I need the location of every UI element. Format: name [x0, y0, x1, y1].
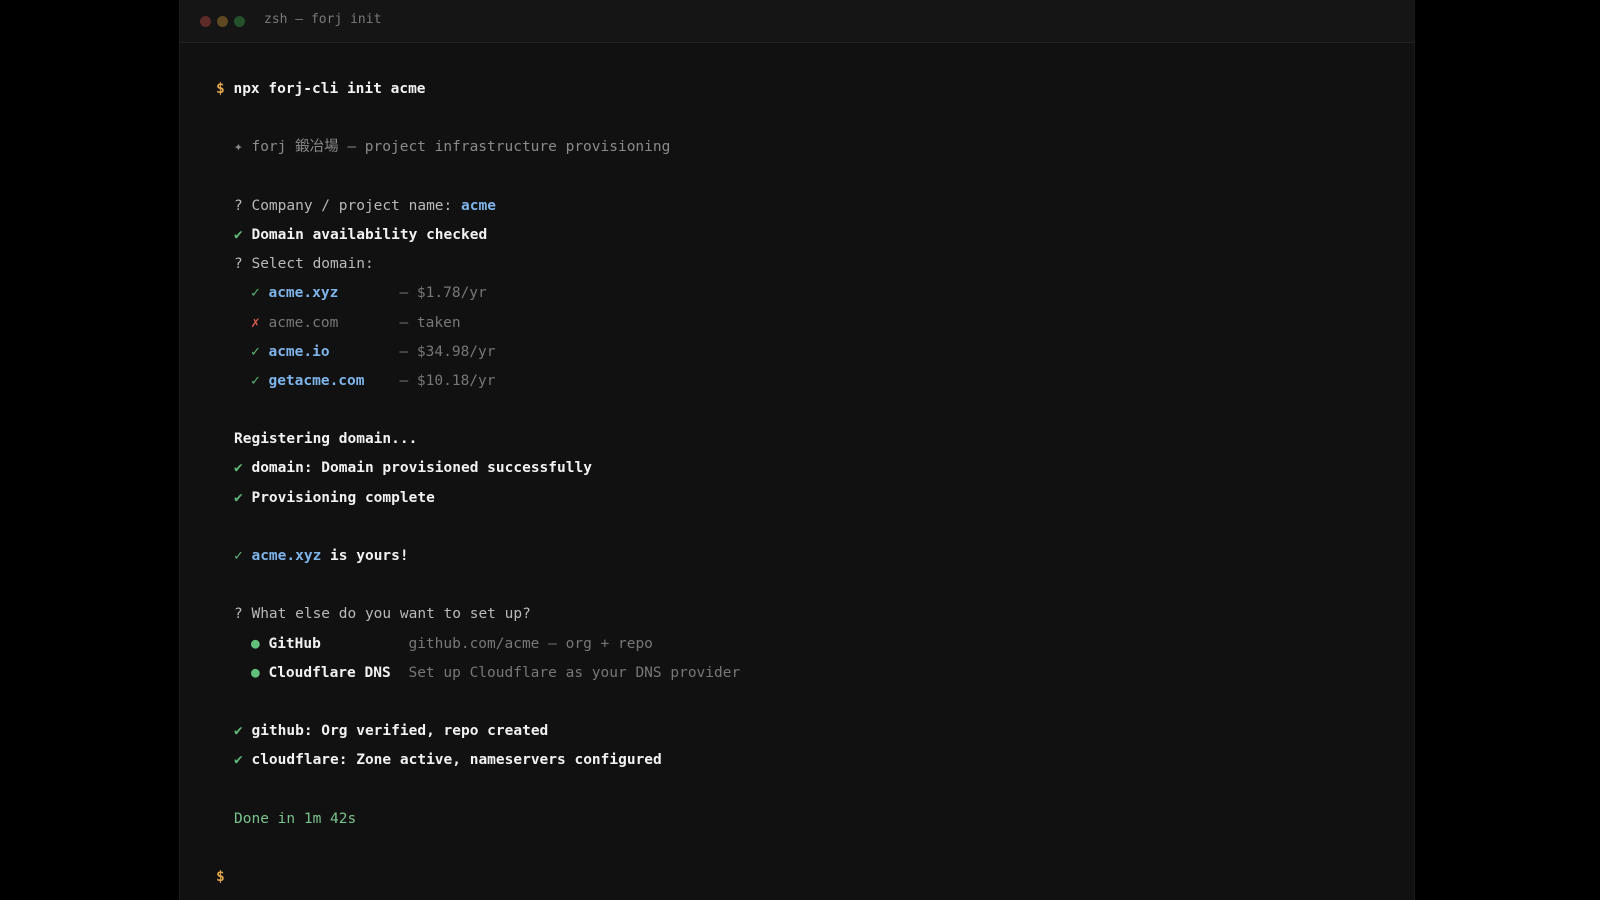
domain-option-acme-com[interactable]: ✗ acme.com — taken: [180, 309, 1414, 338]
check-icon: ✓: [251, 372, 260, 389]
window-title: zsh — forj init: [264, 12, 382, 27]
domain-check-text: Domain availability checked: [251, 226, 488, 243]
check-icon: ✔: [234, 460, 243, 477]
domain-name: acme.xyz: [268, 285, 339, 302]
registration-step-text: Provisioning complete: [251, 489, 435, 506]
question-mark-icon: ?: [234, 606, 243, 623]
banner-text: forj 鍛冶場 — project infrastructure provis…: [251, 139, 671, 156]
terminal-window: zsh — forj init $ npx forj-cli init acme…: [179, 0, 1415, 900]
command-line: $ npx forj-cli init acme: [180, 75, 1414, 104]
select-domain-question: ? Select domain:: [180, 250, 1414, 279]
owned-domain: acme.xyz: [251, 548, 322, 564]
setup-question: ? What else do you want to set up?: [180, 600, 1414, 629]
check-icon: ✓: [234, 548, 243, 564]
domain-name: getacme.com: [268, 372, 365, 389]
check-icon: ✔: [234, 752, 243, 769]
service-description: github.com/acme — org + repo: [408, 635, 653, 652]
domain-option-getacme-com[interactable]: ✓ getacme.com — $10.18/yr: [180, 367, 1414, 396]
radio-selected-icon: ●: [251, 635, 260, 652]
domain-detail: — $1.78/yr: [399, 285, 487, 302]
service-result: ✔ github: Org verified, repo created: [180, 717, 1414, 746]
done-message: Done in 1m 42s: [234, 810, 357, 827]
registering-line: Registering domain...: [234, 431, 418, 448]
select-domain-label: Select domain:: [251, 256, 374, 273]
setup-question-label: What else do you want to set up?: [251, 606, 531, 623]
domain-name: acme.com: [268, 314, 339, 331]
service-name: Cloudflare DNS: [268, 664, 391, 681]
project-name-answer: acme: [461, 197, 496, 214]
registration-step-text: domain: Domain provisioned successfully: [251, 460, 592, 477]
final-prompt-line[interactable]: $: [180, 863, 1414, 892]
domain-option-acme-xyz[interactable]: ✓ acme.xyz — $1.78/yr: [180, 279, 1414, 308]
prompt-symbol: $: [216, 869, 225, 886]
sparkle-icon: ✦: [234, 139, 243, 156]
service-option-github[interactable]: ● GitHub github.com/acme — org + repo: [180, 630, 1414, 659]
service-name: GitHub: [268, 635, 321, 652]
check-icon: ✔: [234, 489, 243, 506]
project-name-question: ? Company / project name: acme: [180, 192, 1414, 221]
registration-step: ✔ domain: Domain provisioned successfull…: [180, 454, 1414, 483]
domain-detail: — taken: [399, 314, 461, 331]
service-result: ✔ cloudflare: Zone active, nameservers c…: [180, 746, 1414, 775]
close-window-button[interactable]: [200, 16, 211, 27]
registration-step: ✔ Provisioning complete: [180, 484, 1414, 513]
owned-domain-suffix: is yours!: [321, 548, 409, 564]
service-result-text: github: Org verified, repo created: [251, 723, 549, 740]
title-bar: zsh — forj init: [180, 0, 1414, 43]
cross-icon: ✗: [251, 314, 260, 331]
question-mark-icon: ?: [234, 256, 243, 273]
terminal-output[interactable]: $ npx forj-cli init acme ✦ forj 鍛冶場 — pr…: [180, 75, 1414, 892]
check-icon: ✔: [234, 723, 243, 740]
check-icon: ✔: [234, 226, 243, 243]
banner-line: ✦ forj 鍛冶場 — project infrastructure prov…: [180, 133, 1414, 162]
prompt-symbol: $: [216, 81, 225, 97]
radio-selected-icon: ●: [251, 664, 260, 681]
command-text: npx forj-cli init acme: [233, 81, 426, 97]
service-option-cloudflare[interactable]: ● Cloudflare DNS Set up Cloudflare as you…: [180, 659, 1414, 688]
check-icon: ✓: [251, 285, 260, 302]
maximize-window-button[interactable]: [234, 16, 245, 27]
minimize-window-button[interactable]: [217, 16, 228, 27]
domain-name: acme.io: [268, 343, 330, 360]
domain-detail: — $10.18/yr: [399, 372, 496, 389]
service-description: Set up Cloudflare as your DNS provider: [408, 664, 741, 681]
project-name-label: Company / project name:: [251, 197, 453, 214]
owned-domain-line: ✓ acme.xyz is yours!: [180, 542, 1414, 571]
question-mark-icon: ?: [234, 197, 243, 214]
service-result-text: cloudflare: Zone active, nameservers con…: [251, 752, 662, 769]
domain-detail: — $34.98/yr: [399, 343, 496, 360]
domain-option-acme-io[interactable]: ✓ acme.io — $34.98/yr: [180, 338, 1414, 367]
check-icon: ✓: [251, 343, 260, 360]
domain-check-line: ✔ Domain availability checked: [180, 221, 1414, 250]
